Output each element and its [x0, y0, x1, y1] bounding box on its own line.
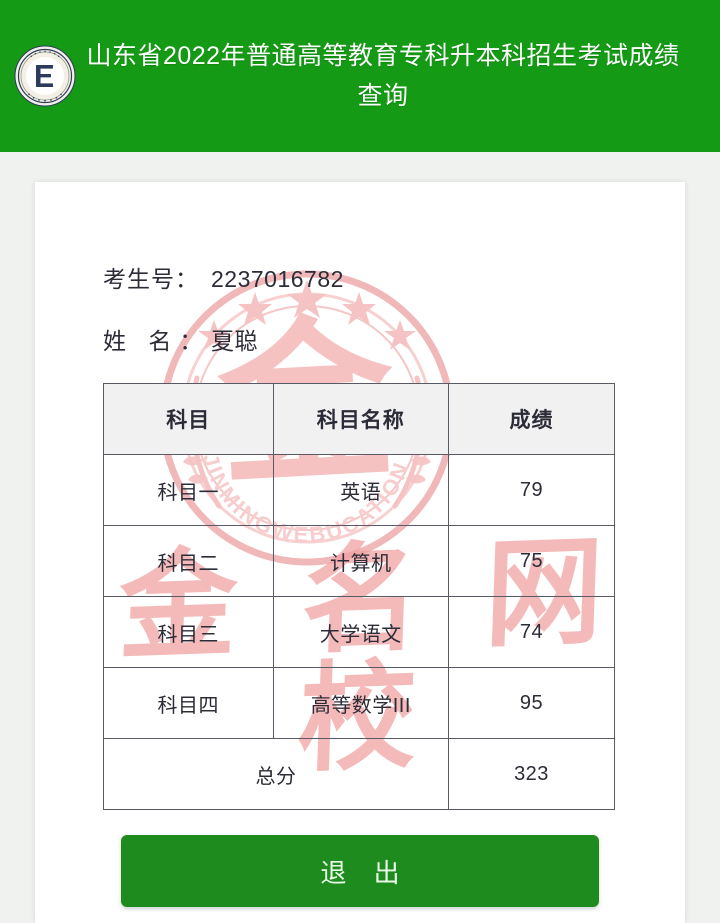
- score-table: 科目 科目名称 成绩 科目一 英语 79 科目二 计算机 75 科目三 大学语文…: [102, 383, 615, 810]
- exam-number-value: 2237016782: [211, 266, 344, 292]
- result-card: JINMINGWEBUCATION 金 金 名 网 校 考生号： 2237016…: [35, 182, 685, 923]
- candidate-name-label: 姓 名：: [103, 328, 211, 354]
- column-header-subject-name: 科目名称: [272, 383, 450, 455]
- cell-subject-name: 英语: [272, 454, 450, 526]
- page-header: 山东省2022年普通高等教育专科升本科招生考试成绩查询: [0, 0, 720, 152]
- table-row: 科目四 高等数学III 95: [103, 667, 615, 739]
- cell-score: 79: [448, 454, 615, 526]
- score-table-body: 科目一 英语 79 科目二 计算机 75 科目三 大学语文 74 科目四 高等数…: [102, 454, 615, 810]
- cell-score: 75: [448, 525, 615, 597]
- table-row: 科目二 计算机 75: [103, 525, 615, 597]
- cell-total-score: 323: [448, 738, 615, 810]
- cell-total-label: 总分: [102, 738, 450, 810]
- exam-number-label: 考生号：: [103, 266, 199, 292]
- cell-subject: 科目三: [103, 596, 274, 668]
- candidate-info: 考生号： 2237016782 姓 名： 夏聪: [103, 260, 344, 384]
- cell-subject: 科目一: [103, 454, 274, 526]
- exit-button[interactable]: 退 出: [121, 835, 599, 907]
- cell-subject-name: 计算机: [272, 525, 450, 597]
- shandong-education-seal-icon: [14, 45, 76, 107]
- column-header-score: 成绩: [448, 383, 615, 455]
- table-total-row: 总分 323: [102, 738, 615, 810]
- candidate-name-row: 姓 名： 夏聪: [103, 322, 344, 356]
- cell-subject: 科目四: [103, 667, 274, 739]
- column-header-subject: 科目: [103, 383, 274, 455]
- cell-score: 95: [448, 667, 615, 739]
- score-table-head: 科目 科目名称 成绩: [103, 383, 615, 455]
- candidate-name-value: 夏聪: [211, 328, 258, 354]
- page-title: 山东省2022年普通高等教育专科升本科招生考试成绩查询: [86, 42, 680, 110]
- table-header-row: 科目 科目名称 成绩: [103, 383, 615, 455]
- score-table-container: 科目 科目名称 成绩 科目一 英语 79 科目二 计算机 75 科目三 大学语文…: [102, 383, 615, 810]
- exam-number-row: 考生号： 2237016782: [103, 260, 344, 294]
- cell-subject-name: 高等数学III: [272, 667, 450, 739]
- cell-subject: 科目二: [103, 525, 274, 597]
- cell-subject-name: 大学语文: [272, 596, 450, 668]
- cell-score: 74: [448, 596, 615, 668]
- table-row: 科目一 英语 79: [103, 454, 615, 526]
- table-row: 科目三 大学语文 74: [103, 596, 615, 668]
